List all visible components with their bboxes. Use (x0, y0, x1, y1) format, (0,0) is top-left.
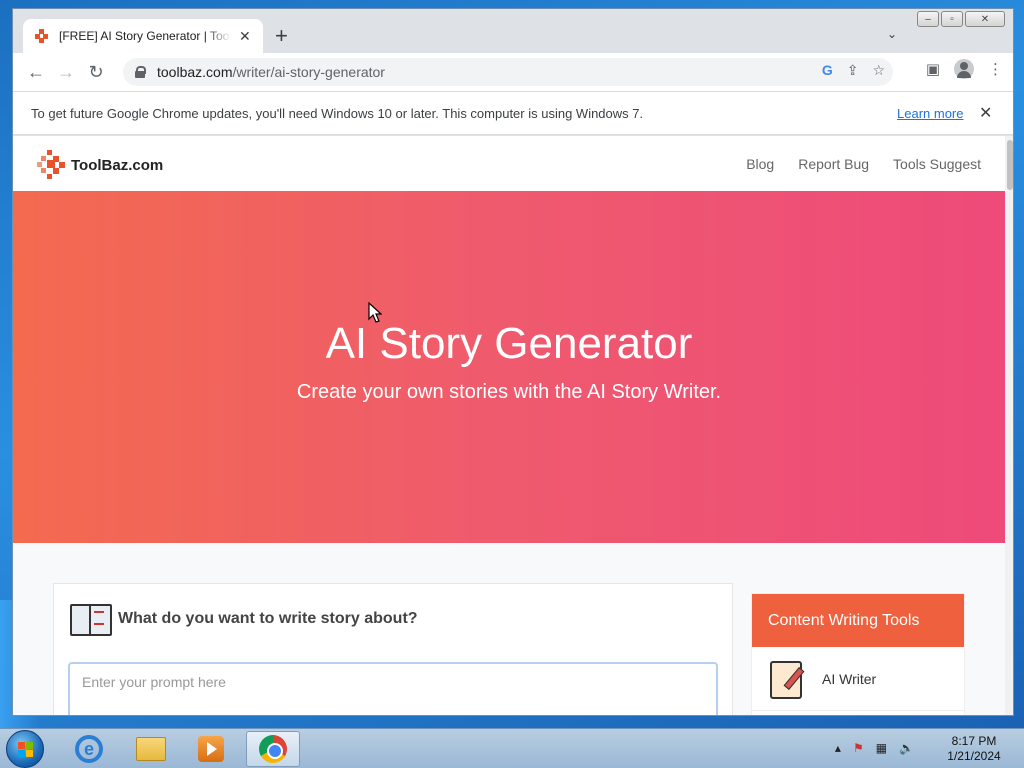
chrome-window: [FREE] AI Story Generator | ToolBaz ✕ + … (12, 8, 1014, 716)
start-button[interactable] (6, 730, 44, 768)
update-infobar: To get future Google Chrome updates, you… (13, 91, 1013, 135)
toolbaz-favicon-icon (33, 27, 51, 45)
internet-explorer-button[interactable]: e (62, 731, 116, 767)
hero-banner: AI Story Generator Create your own stori… (13, 191, 1005, 543)
site-header: ToolBaz.com Blog Report Bug Tools Sugges… (13, 136, 1005, 191)
new-tab-plus-icon[interactable]: + (275, 25, 288, 47)
hero-title: AI Story Generator (325, 319, 693, 368)
window-close-button[interactable]: ✕ (965, 11, 1005, 27)
nav-link-blog[interactable]: Blog (746, 156, 774, 172)
tab-strip: [FREE] AI Story Generator | ToolBaz ✕ + … (13, 9, 1013, 53)
taskbar-clock[interactable]: 8:17 PM 1/21/2024 (936, 734, 1012, 764)
chrome-taskbar-button[interactable] (246, 731, 300, 767)
file-explorer-button[interactable] (124, 731, 178, 767)
story-prompt-card: What do you want to write story about? (53, 583, 733, 715)
scrollbar-thumb[interactable] (1007, 140, 1013, 190)
toolbaz-logo-icon (37, 150, 69, 180)
url-text: toolbaz.com/writer/ai-story-generator (157, 64, 385, 80)
site-nav: Blog Report Bug Tools Suggest (746, 156, 981, 172)
window-controls: – ▫ ✕ (917, 11, 1005, 27)
folder-icon (136, 737, 166, 761)
nav-link-report-bug[interactable]: Report Bug (798, 156, 869, 172)
clock-time: 8:17 PM (951, 734, 997, 748)
maximize-button[interactable]: ▫ (941, 11, 963, 27)
menu-kebab-icon[interactable]: ⋮ (988, 60, 1003, 78)
bookmark-star-icon[interactable]: ☆ (872, 62, 885, 79)
system-tray: ▴ ⚑ ▦ 🔈 (835, 741, 914, 755)
media-player-icon (198, 736, 224, 762)
hero-subtitle: Create your own stories with the AI Stor… (296, 381, 722, 403)
browser-tab[interactable]: [FREE] AI Story Generator | ToolBaz ✕ (23, 19, 263, 53)
sidebar-heading: Content Writing Tools (752, 594, 964, 647)
forward-arrow-icon[interactable]: → (51, 57, 81, 87)
address-bar[interactable]: toolbaz.com/writer/ai-story-generator G … (123, 58, 893, 86)
tab-close-icon[interactable]: ✕ (239, 28, 251, 45)
side-panel-icon[interactable]: ▣ (926, 60, 940, 78)
network-icon[interactable]: ▦ (876, 741, 887, 755)
page-scrollbar[interactable] (1005, 136, 1013, 715)
lock-icon[interactable] (135, 66, 146, 78)
sidebar-item-ai-writer[interactable]: AI Writer (752, 647, 964, 711)
content-writing-tools-panel: Content Writing Tools AI Writer (751, 593, 965, 715)
mouse-cursor-icon (368, 301, 383, 329)
site-logo[interactable]: ToolBaz.com (37, 150, 163, 180)
prompt-input[interactable] (68, 662, 718, 715)
media-player-button[interactable] (184, 731, 238, 767)
infobar-close-icon[interactable]: ✕ (979, 103, 992, 123)
learn-more-link[interactable]: Learn more (897, 106, 963, 121)
writer-notepad-icon (768, 659, 804, 699)
internet-explorer-icon: e (75, 735, 103, 763)
browser-toolbar: ← → ↻ toolbaz.com/writer/ai-story-genera… (13, 53, 1013, 91)
share-icon[interactable]: ⇪ (847, 62, 859, 79)
tab-title: [FREE] AI Story Generator | ToolBaz (59, 29, 231, 43)
reload-icon[interactable]: ↻ (81, 57, 111, 87)
show-hidden-icons-icon[interactable]: ▴ (835, 741, 841, 755)
google-lens-icon[interactable]: G (822, 62, 833, 79)
page-viewport: ToolBaz.com Blog Report Bug Tools Sugges… (13, 136, 1005, 715)
profile-avatar-icon[interactable] (954, 59, 974, 79)
minimize-button[interactable]: – (917, 11, 939, 27)
sidebar-item-label: AI Writer (822, 670, 877, 687)
back-arrow-icon[interactable]: ← (21, 57, 51, 87)
action-center-flag-icon[interactable]: ⚑ (853, 741, 864, 755)
windows-taskbar: e ▴ ⚑ ▦ 🔈 8:17 PM 1/21/2024 (0, 728, 1024, 768)
card-title: What do you want to write story about? (118, 610, 418, 627)
volume-muted-icon[interactable]: 🔈 (899, 741, 914, 755)
nav-link-tools-suggest[interactable]: Tools Suggest (893, 156, 981, 172)
tab-search-chevron-icon[interactable]: ⌄ (887, 27, 897, 41)
infobar-message: To get future Google Chrome updates, you… (31, 105, 644, 121)
open-book-icon (70, 602, 112, 636)
chrome-icon (259, 735, 287, 763)
clock-date: 1/21/2024 (947, 749, 1001, 763)
logo-text: ToolBaz.com (71, 156, 164, 174)
